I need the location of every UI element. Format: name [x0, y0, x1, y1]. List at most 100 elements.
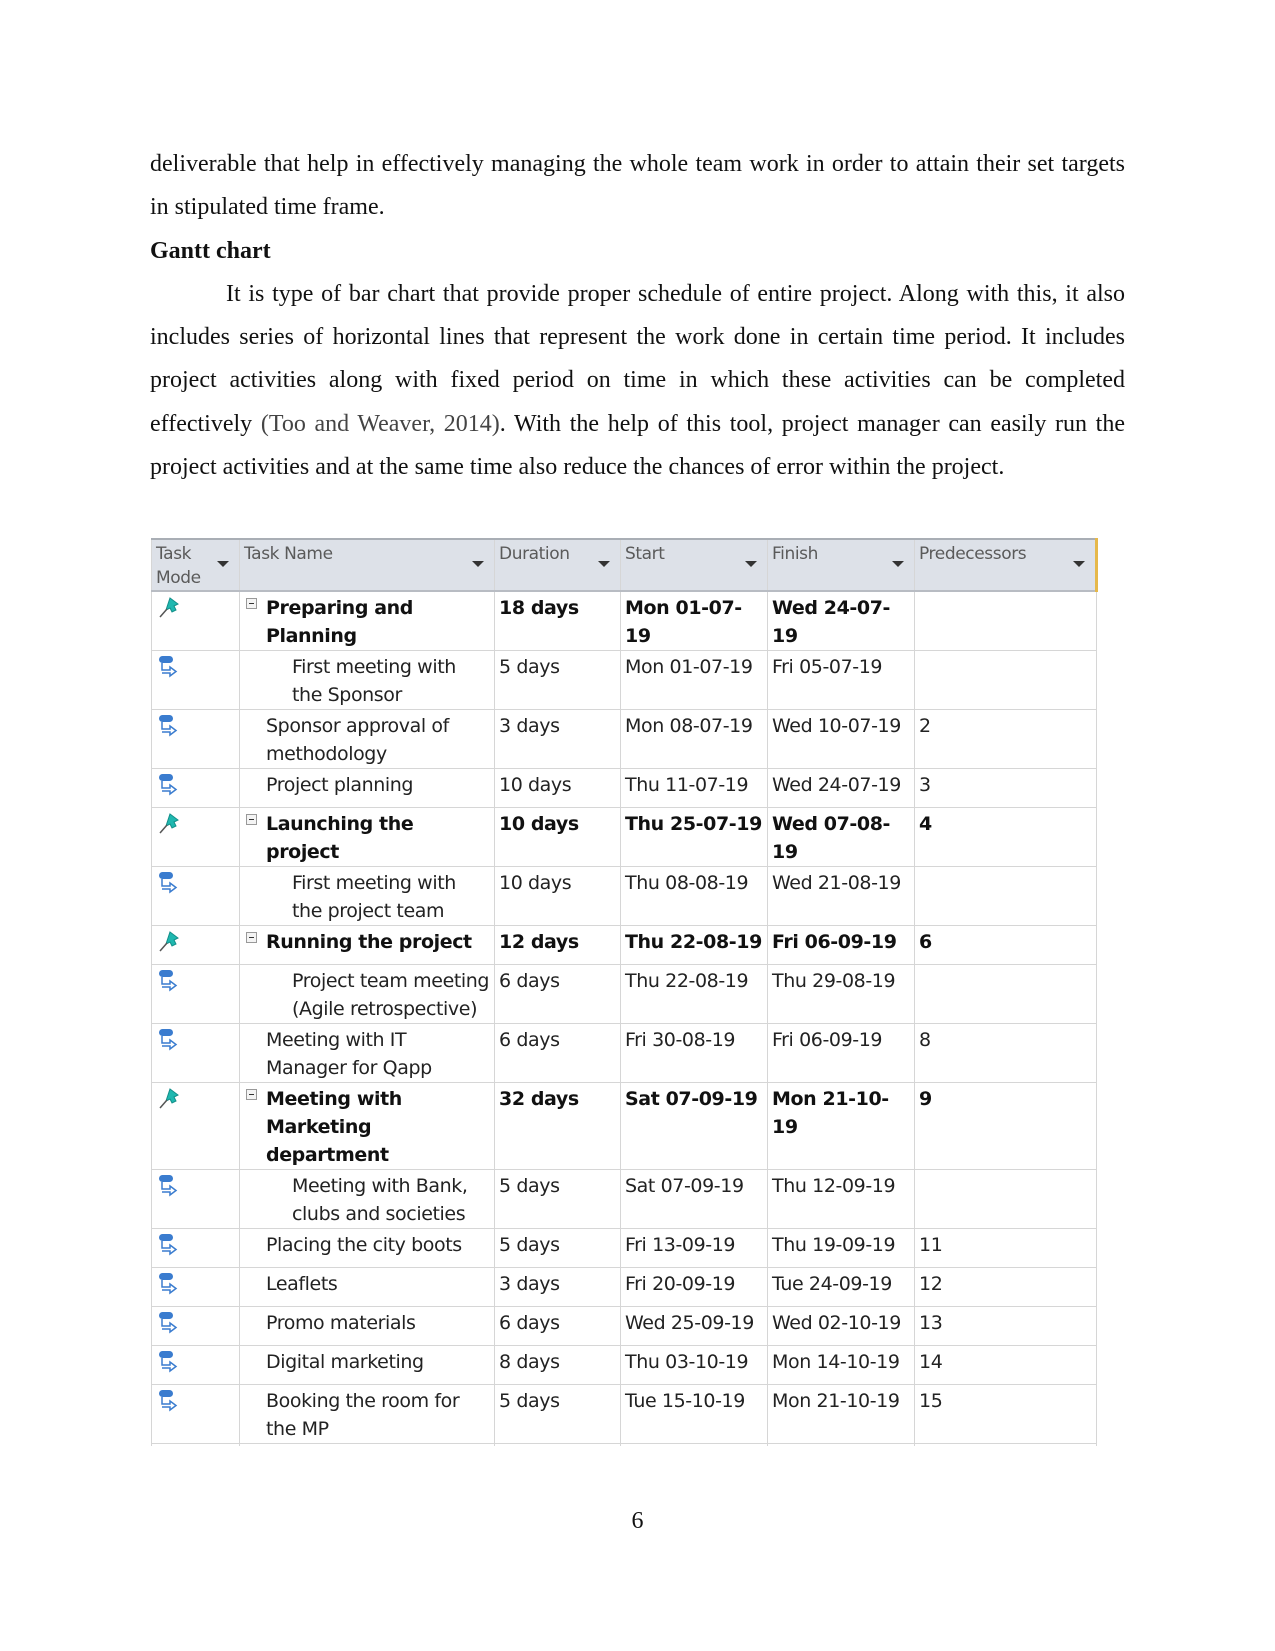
task-name-cell[interactable]: Meeting with Marketing department	[239, 1082, 495, 1170]
duration-cell[interactable]: 6 days	[494, 1306, 621, 1346]
predecessors-cell[interactable]: 15	[914, 1384, 1097, 1444]
finish-cell[interactable]: Wed 21-08-19	[767, 866, 915, 926]
task-mode-cell[interactable]	[151, 1169, 240, 1229]
duration-cell[interactable]: 10 days	[494, 768, 621, 808]
predecessors-cell[interactable]: 9	[914, 1082, 1097, 1170]
collapse-icon[interactable]	[246, 1089, 257, 1100]
predecessors-cell[interactable]: 13	[914, 1306, 1097, 1346]
duration-cell[interactable]: 32 days	[494, 1082, 621, 1170]
finish-cell[interactable]: Mon 21-10-19	[767, 1082, 915, 1170]
dropdown-arrow-icon[interactable]	[217, 561, 229, 567]
start-cell[interactable]: Wed 25-09-19	[620, 1306, 768, 1346]
predecessors-cell[interactable]	[914, 650, 1097, 710]
predecessors-cell[interactable]: 12	[914, 1267, 1097, 1307]
table-row[interactable]: Placing the city boots 5 days Fri 13-09-19…	[151, 1228, 1097, 1268]
predecessors-cell[interactable]: 2	[914, 709, 1097, 769]
table-row[interactable]: Leaflets 3 days Fri 20-09-19 Tue 24-09-19 12	[151, 1267, 1097, 1307]
task-mode-cell[interactable]	[151, 925, 240, 965]
finish-cell[interactable]: Fri 05-07-19	[767, 650, 915, 710]
predecessors-cell[interactable]: 11	[914, 1228, 1097, 1268]
finish-cell[interactable]: Thu 29-08-19	[767, 964, 915, 1024]
header-duration[interactable]: Duration	[494, 538, 621, 592]
task-name-cell[interactable]: First meeting with the Sponsor	[239, 650, 495, 710]
start-cell[interactable]: Mon 08-07-19	[620, 709, 768, 769]
finish-cell[interactable]: Fri 06-09-19	[767, 925, 915, 965]
task-name-cell[interactable]: Meeting with IT Manager for Qapp	[239, 1023, 495, 1083]
predecessors-cell[interactable]: 6	[914, 925, 1097, 965]
table-row[interactable]: First meeting with the project team 10 da…	[151, 866, 1097, 926]
start-cell[interactable]: Sat 07-09-19	[620, 1169, 768, 1229]
table-row[interactable]: Project planning 10 days Thu 11-07-19 Wed 2…	[151, 768, 1097, 808]
finish-cell[interactable]: Wed 10-07-19	[767, 709, 915, 769]
task-mode-cell[interactable]	[151, 1023, 240, 1083]
task-name-cell[interactable]: Leaflets	[239, 1267, 495, 1307]
start-cell[interactable]: Fri 30-08-19	[620, 1023, 768, 1083]
task-mode-cell[interactable]	[151, 964, 240, 1024]
task-mode-cell[interactable]	[151, 768, 240, 808]
finish-cell[interactable]: Thu 12-09-19	[767, 1169, 915, 1229]
table-row[interactable]: Sponsor approval of methodology 3 days Mon…	[151, 709, 1097, 769]
finish-cell[interactable]: Fri 06-09-19	[767, 1023, 915, 1083]
finish-cell[interactable]: Mon 21-10-19	[767, 1384, 915, 1444]
table-row[interactable]: Booking the room for the MP 5 days Tue 15-…	[151, 1384, 1097, 1444]
duration-cell[interactable]: 6 days	[494, 1023, 621, 1083]
task-name-cell[interactable]: Promo materials	[239, 1306, 495, 1346]
task-name-cell[interactable]: Placing the city boots	[239, 1228, 495, 1268]
task-name-cell[interactable]: Sponsor approval of methodology	[239, 709, 495, 769]
duration-cell[interactable]: 3 days	[494, 709, 621, 769]
task-mode-cell[interactable]	[151, 709, 240, 769]
task-mode-cell[interactable]	[151, 590, 240, 651]
predecessors-cell[interactable]: 14	[914, 1345, 1097, 1385]
table-row[interactable]: First meeting with the Sponsor 5 days Mon …	[151, 650, 1097, 710]
task-mode-cell[interactable]	[151, 1082, 240, 1170]
start-cell[interactable]: Mon 01-07-19	[620, 650, 768, 710]
task-name-cell[interactable]: Launching the project	[239, 807, 495, 867]
predecessors-cell[interactable]	[914, 866, 1097, 926]
predecessors-cell[interactable]: 3	[914, 768, 1097, 808]
start-cell[interactable]: Tue 15-10-19	[620, 1384, 768, 1444]
duration-cell[interactable]: 5 days	[494, 1384, 621, 1444]
collapse-icon[interactable]	[246, 932, 257, 943]
table-row[interactable]: Meeting with Marketing department 32 days…	[151, 1082, 1097, 1170]
start-cell[interactable]: Mon 01-07-19	[620, 590, 768, 651]
predecessors-cell[interactable]	[914, 1169, 1097, 1229]
task-mode-cell[interactable]	[151, 866, 240, 926]
start-cell[interactable]: Thu 08-08-19	[620, 866, 768, 926]
finish-cell[interactable]: Mon 14-10-19	[767, 1345, 915, 1385]
duration-cell[interactable]: 10 days	[494, 807, 621, 867]
start-cell[interactable]: Thu 25-07-19	[620, 807, 768, 867]
task-mode-cell[interactable]	[151, 1306, 240, 1346]
task-name-cell[interactable]: Project team meeting (Agile retrospectiv…	[239, 964, 495, 1024]
task-name-cell[interactable]: Digital marketing	[239, 1345, 495, 1385]
duration-cell[interactable]: 12 days	[494, 925, 621, 965]
table-row[interactable]: Running the project 12 days Thu 22-08-19 Fr…	[151, 925, 1097, 965]
finish-cell[interactable]: Wed 02-10-19	[767, 1306, 915, 1346]
dropdown-arrow-icon[interactable]	[472, 561, 484, 567]
start-cell[interactable]: Thu 22-08-19	[620, 964, 768, 1024]
finish-cell[interactable]: Wed 24-07-19	[767, 768, 915, 808]
predecessors-cell[interactable]: 4	[914, 807, 1097, 867]
task-mode-cell[interactable]	[151, 650, 240, 710]
table-row[interactable]: Meeting with IT Manager for Qapp 6 days Fr…	[151, 1023, 1097, 1083]
task-mode-cell[interactable]	[151, 1384, 240, 1444]
predecessors-cell[interactable]	[914, 590, 1097, 651]
dropdown-arrow-icon[interactable]	[892, 561, 904, 567]
duration-cell[interactable]: 5 days	[494, 650, 621, 710]
task-name-cell[interactable]: First meeting with the project team	[239, 866, 495, 926]
task-mode-cell[interactable]	[151, 1228, 240, 1268]
dropdown-arrow-icon[interactable]	[598, 561, 610, 567]
predecessors-cell[interactable]	[914, 964, 1097, 1024]
duration-cell[interactable]: 10 days	[494, 866, 621, 926]
duration-cell[interactable]: 5 days	[494, 1228, 621, 1268]
finish-cell[interactable]: Thu 19-09-19	[767, 1228, 915, 1268]
task-name-cell[interactable]: Meeting with Bank, clubs and societies	[239, 1169, 495, 1229]
header-start[interactable]: Start	[620, 538, 768, 592]
duration-cell[interactable]: 5 days	[494, 1169, 621, 1229]
predecessors-cell[interactable]: 8	[914, 1023, 1097, 1083]
finish-cell[interactable]: Wed 24-07-19	[767, 590, 915, 651]
table-row[interactable]: Digital marketing 8 days Thu 03-10-19 Mon 1…	[151, 1345, 1097, 1385]
task-name-cell[interactable]: Running the project	[239, 925, 495, 965]
finish-cell[interactable]: Wed 07-08-19	[767, 807, 915, 867]
task-name-cell[interactable]: Booking the room for the MP	[239, 1384, 495, 1444]
task-mode-cell[interactable]	[151, 1267, 240, 1307]
